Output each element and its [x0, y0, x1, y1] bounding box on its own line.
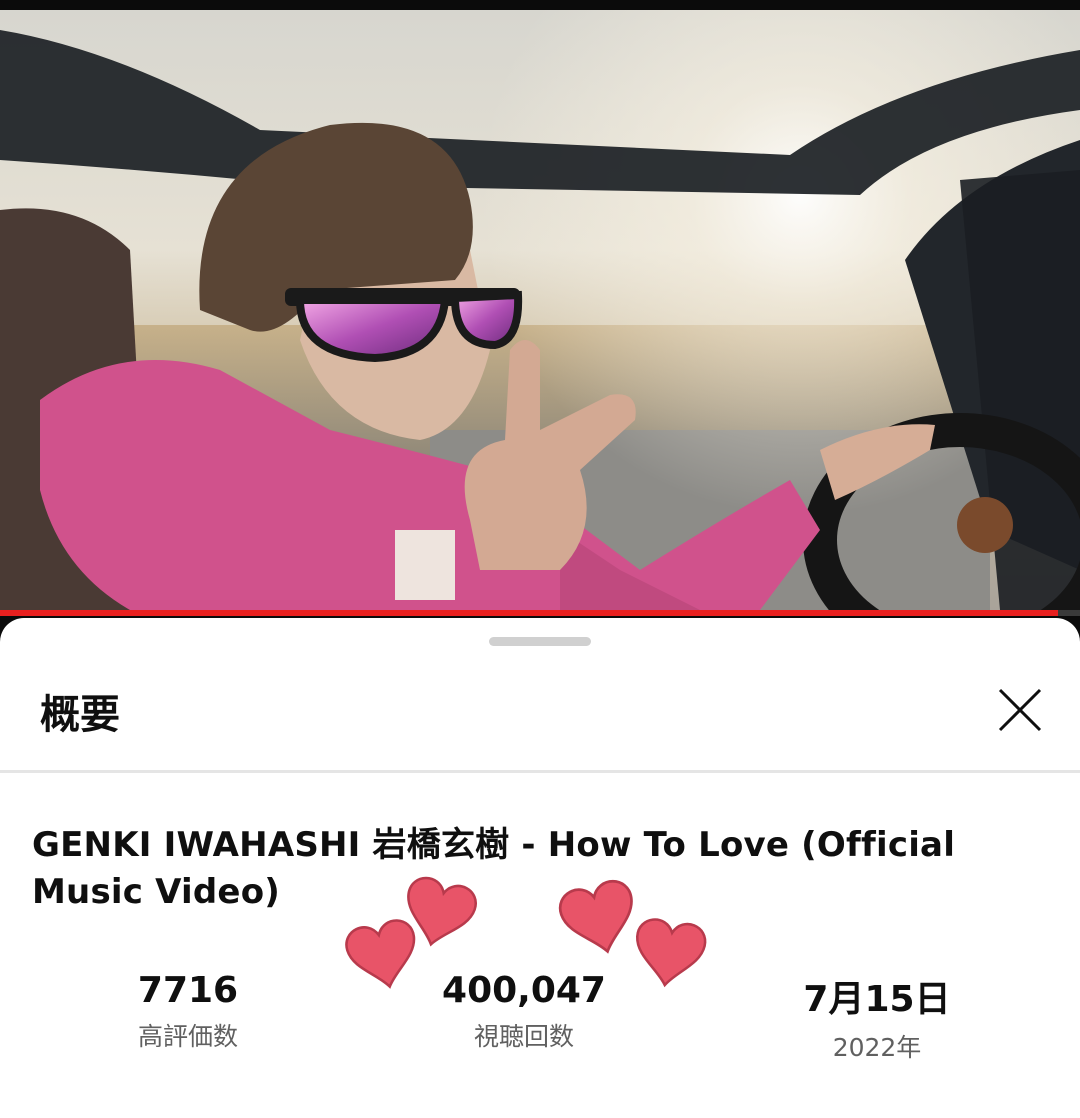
- description-sheet: 概要 GENKI IWAHASHI 岩橋玄樹 - How To Love (Of…: [0, 618, 1080, 1118]
- views-label: 視聴回数: [473, 1022, 574, 1051]
- views-stat: 400,047 視聴回数: [394, 970, 654, 1053]
- video-title: GENKI IWAHASHI 岩橋玄樹 - How To Love (Offic…: [32, 825, 956, 912]
- progress-bar[interactable]: [0, 610, 1080, 616]
- upload-date-stat: 7月15日 2022年: [747, 970, 1007, 1064]
- video-player[interactable]: [0, 10, 1080, 610]
- upload-year: 2022年: [832, 1033, 922, 1062]
- likes-stat: 7716 高評価数: [58, 970, 318, 1053]
- likes-label: 高評価数: [137, 1022, 238, 1051]
- likes-count: 7716: [137, 970, 239, 1011]
- close-icon: [998, 688, 1042, 732]
- progress-fill: [0, 610, 1059, 616]
- sheet-drag-handle[interactable]: [489, 637, 591, 646]
- views-count: 400,047: [442, 970, 606, 1011]
- upload-date: 7月15日: [803, 979, 951, 1020]
- header-divider: [0, 770, 1080, 773]
- sheet-title: 概要: [40, 692, 120, 738]
- close-button[interactable]: [990, 680, 1050, 740]
- video-frame: [0, 10, 1080, 610]
